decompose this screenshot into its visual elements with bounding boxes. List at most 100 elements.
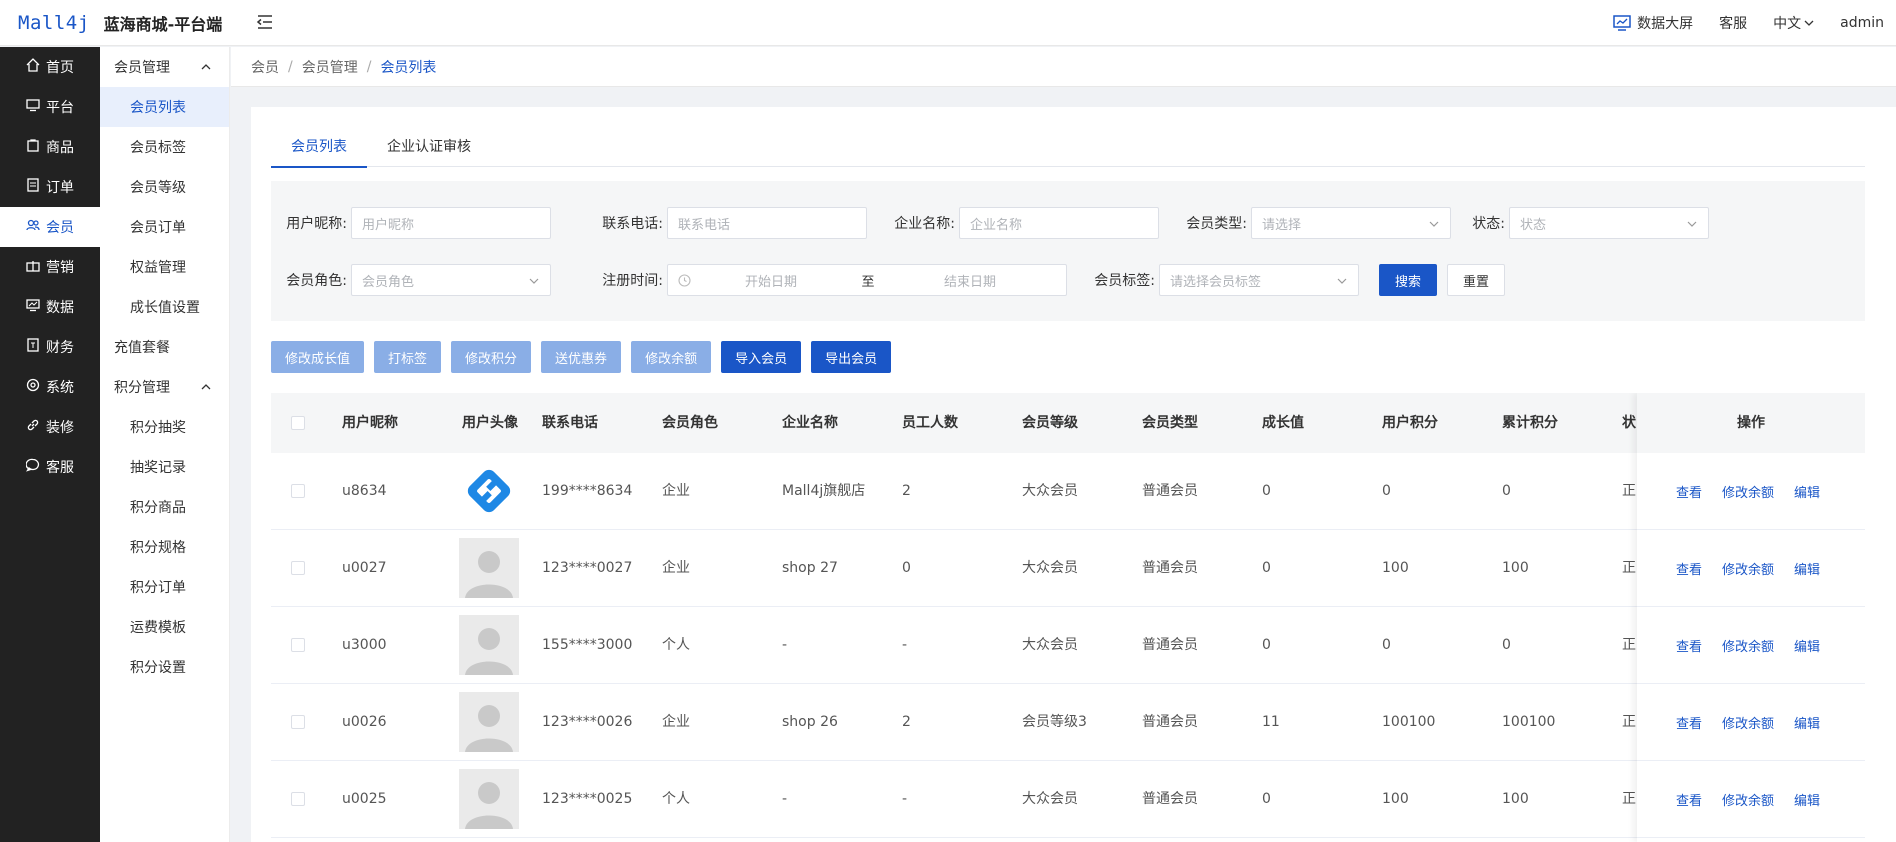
sidebar-item-finance[interactable]: 财务 — [0, 327, 100, 367]
logo[interactable]: Mall4j 蓝海商城-平台端 — [0, 11, 240, 35]
modify-balance-link[interactable]: 修改余额 — [1722, 482, 1774, 501]
sidebar-item-marketing[interactable]: 营销 — [0, 247, 100, 287]
modify-balance-link[interactable]: 修改余额 — [1722, 559, 1774, 578]
send-coupon-button[interactable]: 送优惠券 — [541, 341, 622, 373]
subnav-recharge[interactable]: 充值套餐 — [100, 327, 229, 367]
view-link[interactable]: 查看 — [1676, 790, 1702, 809]
modify-balance-button[interactable]: 修改余额 — [631, 341, 712, 373]
edit-link[interactable]: 编辑 — [1794, 713, 1820, 732]
sidebar-item-members[interactable]: 会员 — [0, 207, 100, 247]
sidebar-item-label: 数据 — [46, 300, 74, 316]
member-tag-select[interactable]: 请选择会员标签 — [1159, 264, 1359, 296]
breadcrumb-item[interactable]: 会员 — [251, 57, 279, 77]
user-menu[interactable]: admin — [1840, 15, 1884, 31]
total-points-cell: 0 — [1502, 483, 1511, 499]
data-screen-icon — [1613, 15, 1631, 31]
subnav-points-lottery[interactable]: 积分抽奖 — [100, 407, 229, 447]
breadcrumb-item[interactable]: 会员管理 — [302, 57, 358, 77]
sidebar-item-goods[interactable]: 商品 — [0, 127, 100, 167]
row-checkbox[interactable] — [291, 792, 305, 806]
row-checkbox[interactable] — [291, 484, 305, 498]
view-link[interactable]: 查看 — [1676, 559, 1702, 578]
menu-toggle-icon[interactable] — [255, 12, 275, 32]
phone-input[interactable]: 联系电话 — [667, 207, 867, 239]
subnav-member-levels[interactable]: 会员等级 — [100, 167, 229, 207]
avatar — [459, 769, 519, 829]
subnav-points-orders[interactable]: 积分订单 — [100, 567, 229, 607]
modify-balance-link[interactable]: 修改余额 — [1722, 790, 1774, 809]
search-button[interactable]: 搜索 — [1379, 264, 1437, 296]
role-cell: 个人 — [662, 791, 690, 807]
bag-icon — [26, 138, 46, 156]
row-checkbox[interactable] — [291, 638, 305, 652]
col-header: 会员角色 — [662, 415, 718, 431]
tabs: 会员列表 企业认证审核 — [271, 127, 1865, 168]
sidebar-item-label: 首页 — [46, 60, 74, 76]
start-date-input[interactable]: 开始日期 — [691, 271, 851, 290]
member-table: 用户昵称 用户头像 联系电话 会员角色 企业名称 员工人数 会员等级 会员类型 … — [271, 393, 1865, 842]
member-tag-placeholder: 请选择会员标签 — [1170, 274, 1262, 290]
status-select[interactable]: 状态 — [1509, 207, 1709, 239]
sidebar-item-service[interactable]: 客服 — [0, 447, 100, 487]
table-row: u3000 155****3000 个人 - - 大众会员 普通会员 0 0 0… — [271, 607, 1865, 684]
member-type-select[interactable]: 请选择 — [1251, 207, 1451, 239]
sidebar-item-system[interactable]: 系统 — [0, 367, 100, 407]
subnav-shipping-templates[interactable]: 运费模板 — [100, 607, 229, 647]
subnav-member-orders[interactable]: 会员订单 — [100, 207, 229, 247]
tab-enterprise-audit[interactable]: 企业认证审核 — [367, 127, 491, 167]
view-link[interactable]: 查看 — [1676, 713, 1702, 732]
modify-growth-button[interactable]: 修改成长值 — [271, 341, 365, 373]
reset-button[interactable]: 重置 — [1447, 264, 1505, 296]
subnav-group-points[interactable]: 积分管理 — [100, 367, 229, 407]
tab-member-list[interactable]: 会员列表 — [271, 127, 367, 168]
select-all-checkbox[interactable] — [291, 416, 305, 430]
date-range-picker[interactable]: 开始日期 至 结束日期 — [667, 264, 1067, 296]
col-header: 用户头像 — [462, 415, 518, 431]
edit-link[interactable]: 编辑 — [1794, 636, 1820, 655]
default-avatar-icon — [465, 628, 513, 675]
row-checkbox[interactable] — [291, 561, 305, 575]
export-members-button[interactable]: 导出会员 — [811, 341, 892, 373]
subnav-points-settings[interactable]: 积分设置 — [100, 647, 229, 687]
modify-balance-link[interactable]: 修改余额 — [1722, 713, 1774, 732]
chevron-up-icon — [201, 59, 211, 75]
brand-logo: Mall4j — [18, 11, 90, 34]
modify-balance-link[interactable]: 修改余额 — [1722, 636, 1774, 655]
nickname-cell: u0025 — [342, 791, 387, 807]
tag-button[interactable]: 打标签 — [374, 341, 442, 373]
type-cell: 普通会员 — [1142, 714, 1198, 730]
company-cell: - — [782, 637, 788, 653]
sidebar-item-decoration[interactable]: 装修 — [0, 407, 100, 447]
subnav-member-tags[interactable]: 会员标签 — [100, 127, 229, 167]
subnav-group-members[interactable]: 会员管理 — [100, 47, 229, 87]
view-link[interactable]: 查看 — [1676, 636, 1702, 655]
subnav-lottery-records[interactable]: 抽奖记录 — [100, 447, 229, 487]
subnav-points-goods[interactable]: 积分商品 — [100, 487, 229, 527]
chevron-down-icon — [1686, 218, 1698, 233]
type-cell: 普通会员 — [1142, 483, 1198, 499]
edit-link[interactable]: 编辑 — [1794, 790, 1820, 809]
sidebar-item-home[interactable]: 首页 — [0, 47, 100, 87]
view-link[interactable]: 查看 — [1676, 482, 1702, 501]
subnav-growth-settings[interactable]: 成长值设置 — [100, 287, 229, 327]
edit-link[interactable]: 编辑 — [1794, 482, 1820, 501]
sidebar-item-platform[interactable]: 平台 — [0, 87, 100, 127]
import-members-button[interactable]: 导入会员 — [721, 341, 802, 373]
subnav-points-specs[interactable]: 积分规格 — [100, 527, 229, 567]
growth-cell: 0 — [1262, 483, 1271, 499]
row-checkbox[interactable] — [291, 715, 305, 729]
language-select[interactable]: 中文 — [1773, 13, 1814, 33]
subnav-benefits[interactable]: 权益管理 — [100, 247, 229, 287]
sidebar-item-orders[interactable]: 订单 — [0, 167, 100, 207]
end-date-input[interactable]: 结束日期 — [885, 271, 1055, 290]
modify-points-button[interactable]: 修改积分 — [451, 341, 532, 373]
data-screen-link[interactable]: 数据大屏 — [1613, 13, 1693, 33]
member-role-select[interactable]: 会员角色 — [351, 264, 551, 296]
sidebar-item-data[interactable]: 数据 — [0, 287, 100, 327]
subnav-member-list[interactable]: 会员列表 — [100, 87, 229, 127]
service-link[interactable]: 客服 — [1719, 13, 1747, 33]
company-input[interactable]: 企业名称 — [959, 207, 1159, 239]
edit-link[interactable]: 编辑 — [1794, 559, 1820, 578]
nickname-input[interactable]: 用户昵称 — [351, 207, 551, 239]
subnav-group-label: 会员管理 — [114, 60, 170, 76]
